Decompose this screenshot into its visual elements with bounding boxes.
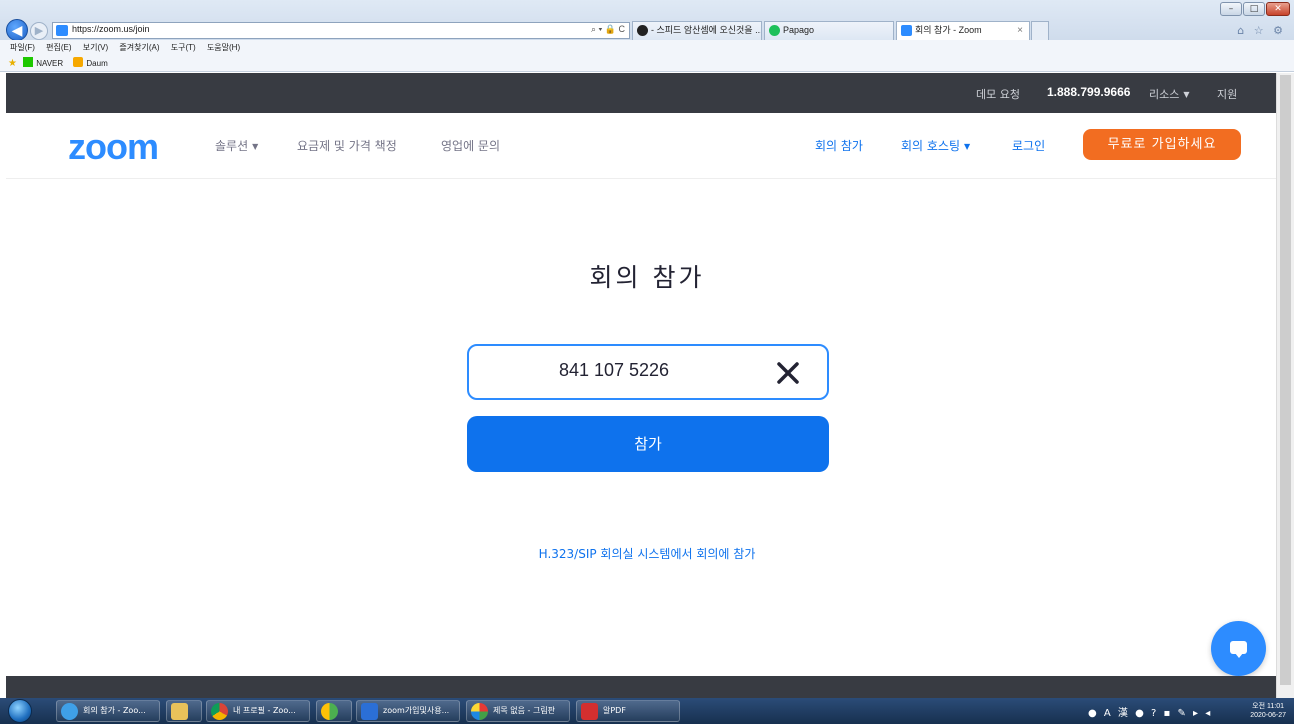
zoom-logo[interactable]: zoom bbox=[68, 129, 159, 165]
taskbar-label: 제목 없음 - 그림판 bbox=[493, 706, 556, 715]
chevron-down-icon: ▼ bbox=[1183, 90, 1190, 99]
phone-number[interactable]: 1.888.799.9666 bbox=[1047, 85, 1130, 99]
tab-close-icon[interactable]: × bbox=[1017, 22, 1023, 39]
chevron-down-icon: ▼ bbox=[964, 142, 971, 151]
taskbar-item-chrome-profile[interactable]: 내 프로필 - Zoo... bbox=[206, 700, 310, 722]
support-link[interactable]: 지원 bbox=[1217, 86, 1237, 102]
menu-tools[interactable]: 도구(T) bbox=[171, 43, 196, 52]
clock-date: 2020-06-27 bbox=[1250, 712, 1286, 719]
system-tray: ● A 漢 ● ? ▪ ✎ ▸ ◂ 오전 11:01 2020-06-27 bbox=[1078, 700, 1294, 722]
taskbar-item-app[interactable] bbox=[316, 700, 352, 722]
meeting-id-input[interactable]: 841 107 5226 bbox=[467, 344, 829, 400]
taskbar-label: 내 프로필 - Zoo... bbox=[233, 706, 296, 715]
start-button[interactable] bbox=[8, 699, 32, 723]
signup-free-button[interactable]: 무료로 가입하세요 bbox=[1083, 129, 1241, 160]
pdf-icon bbox=[581, 703, 598, 720]
favorites-bar: ★ NAVER Daum bbox=[0, 55, 1294, 72]
window-controls: – □ ✕ bbox=[1220, 2, 1290, 16]
favorite-label: NAVER bbox=[36, 59, 64, 68]
document-icon bbox=[361, 703, 378, 720]
address-tools-icon[interactable]: ⌕ ▾ 🔒 C bbox=[591, 24, 625, 35]
h323-sip-join-link[interactable]: H.323/SIP 회의실 시스템에서 회의에 참가 bbox=[0, 545, 1294, 562]
favorite-label: Daum bbox=[86, 59, 108, 68]
taskbar-label: 회의 참가 - Zoo... bbox=[83, 706, 146, 715]
h323-link-label: H.323/SIP 회의실 시스템에서 회의에 참가 bbox=[538, 547, 756, 561]
favorite-daum[interactable]: Daum bbox=[73, 57, 108, 68]
taskbar-item-ie-zoom[interactable]: 회의 참가 - Zoo... bbox=[56, 700, 160, 722]
browser-titlebar: – □ ✕ ◀ ▶ https://zoom.us/join ⌕ ▾ 🔒 C -… bbox=[0, 0, 1294, 41]
clock[interactable]: 오전 11:01 2020-06-27 bbox=[1250, 702, 1286, 720]
join-button[interactable]: 참가 bbox=[467, 416, 829, 472]
clock-time: 오전 11:01 bbox=[1252, 703, 1284, 710]
chat-support-button[interactable] bbox=[1211, 621, 1266, 676]
sign-in-link[interactable]: 로그인 bbox=[1012, 137, 1045, 154]
menu-favorites[interactable]: 즐겨찾기(A) bbox=[119, 43, 159, 52]
vertical-scrollbar[interactable] bbox=[1276, 73, 1294, 698]
daum-icon bbox=[73, 57, 84, 67]
menu-help[interactable]: 도움말(H) bbox=[207, 43, 240, 52]
taskbar-item-zoom-doc[interactable]: zoom가입및사용... bbox=[356, 700, 460, 722]
forward-button[interactable]: ▶ bbox=[30, 22, 48, 40]
meeting-id-value: 841 107 5226 bbox=[558, 360, 670, 380]
address-bar[interactable]: https://zoom.us/join ⌕ ▾ 🔒 C bbox=[52, 22, 630, 39]
clear-x-icon[interactable] bbox=[775, 360, 801, 386]
taskbar-label: zoom가입및사용... bbox=[383, 706, 450, 715]
home-favorites-settings-icon[interactable]: ⌂ ☆ ⚙ bbox=[1237, 24, 1286, 37]
tab-papago[interactable]: Papago bbox=[764, 21, 894, 40]
contact-sales-link[interactable]: 영업에 문의 bbox=[441, 137, 500, 154]
main-navigation: zoom 솔루션 ▼ 요금제 및 가격 책정 영업에 문의 회의 참가 회의 호스… bbox=[6, 113, 1276, 179]
taskbar-item-alpdf[interactable]: 알PDF bbox=[576, 700, 680, 722]
request-demo-link[interactable]: 데모 요청 bbox=[976, 86, 1020, 102]
close-window-button[interactable]: ✕ bbox=[1266, 2, 1290, 16]
address-url: https://zoom.us/join bbox=[72, 24, 150, 34]
favorites-star-icon[interactable]: ★ bbox=[8, 58, 17, 69]
paint-icon bbox=[471, 703, 488, 720]
page-title: 회의 참가 bbox=[589, 263, 705, 292]
chrome-icon bbox=[211, 703, 228, 720]
menu-edit[interactable]: 편집(E) bbox=[46, 43, 71, 52]
tray-icons[interactable]: ● A 漢 ● ? ▪ ✎ ▸ ◂ bbox=[1088, 704, 1212, 719]
zoom-favicon-icon bbox=[901, 25, 912, 36]
solutions-label: 솔루션 bbox=[215, 139, 249, 153]
taskbar-label: 알PDF bbox=[603, 706, 626, 715]
menu-view[interactable]: 보기(V) bbox=[83, 43, 108, 52]
tab-label: 회의 참가 - Zoom bbox=[915, 25, 982, 35]
top-utility-bar: 데모 요청 1.888.799.9666 리소스 ▼ 지원 bbox=[6, 73, 1276, 113]
menu-bar: 파일(F) 편집(E) 보기(V) 즐겨찾기(A) 도구(T) 도움말(H) bbox=[0, 40, 1294, 55]
solutions-menu[interactable]: 솔루션 ▼ bbox=[215, 137, 258, 154]
chat-icon-tail bbox=[1235, 653, 1243, 658]
naver-icon bbox=[23, 57, 34, 67]
app-icon bbox=[321, 703, 338, 720]
host-meeting-menu[interactable]: 회의 호스팅 ▼ bbox=[901, 137, 970, 154]
new-tab-button[interactable] bbox=[1031, 21, 1049, 40]
taskbar-item-explorer[interactable] bbox=[166, 700, 202, 722]
join-meeting-link[interactable]: 회의 참가 bbox=[815, 137, 863, 154]
tab-label: - 스피드 암산셈에 오신것을 ... bbox=[651, 25, 762, 35]
folder-icon bbox=[171, 703, 188, 720]
resources-label: 리소스 bbox=[1149, 88, 1180, 101]
windows-taskbar: 회의 참가 - Zoo... 내 프로필 - Zoo... zoom가입및사용.… bbox=[0, 698, 1294, 724]
host-meeting-label: 회의 호스팅 bbox=[901, 139, 961, 153]
tab-label: Papago bbox=[783, 25, 815, 35]
menu-file[interactable]: 파일(F) bbox=[10, 43, 35, 52]
back-button[interactable]: ◀ bbox=[6, 19, 28, 41]
tab-favicon-icon bbox=[637, 25, 648, 36]
chevron-down-icon: ▼ bbox=[252, 142, 259, 151]
maximize-button[interactable]: □ bbox=[1243, 2, 1265, 16]
tab-zoom-join[interactable]: 회의 참가 - Zoom × bbox=[896, 21, 1030, 40]
taskbar-item-paint[interactable]: 제목 없음 - 그림판 bbox=[466, 700, 570, 722]
zoom-favicon-icon bbox=[56, 25, 68, 36]
papago-favicon-icon bbox=[769, 25, 780, 36]
minimize-button[interactable]: – bbox=[1220, 2, 1242, 16]
scrollbar-thumb[interactable] bbox=[1280, 75, 1291, 685]
tab-speed-arithmetic[interactable]: - 스피드 암산셈에 오신것을 ... bbox=[632, 21, 762, 40]
pricing-link[interactable]: 요금제 및 가격 책정 bbox=[297, 137, 397, 154]
favorite-naver[interactable]: NAVER bbox=[23, 57, 65, 68]
resources-menu[interactable]: 리소스 ▼ bbox=[1149, 86, 1190, 102]
internet-explorer-icon bbox=[61, 703, 78, 720]
footer-bar bbox=[6, 676, 1276, 698]
